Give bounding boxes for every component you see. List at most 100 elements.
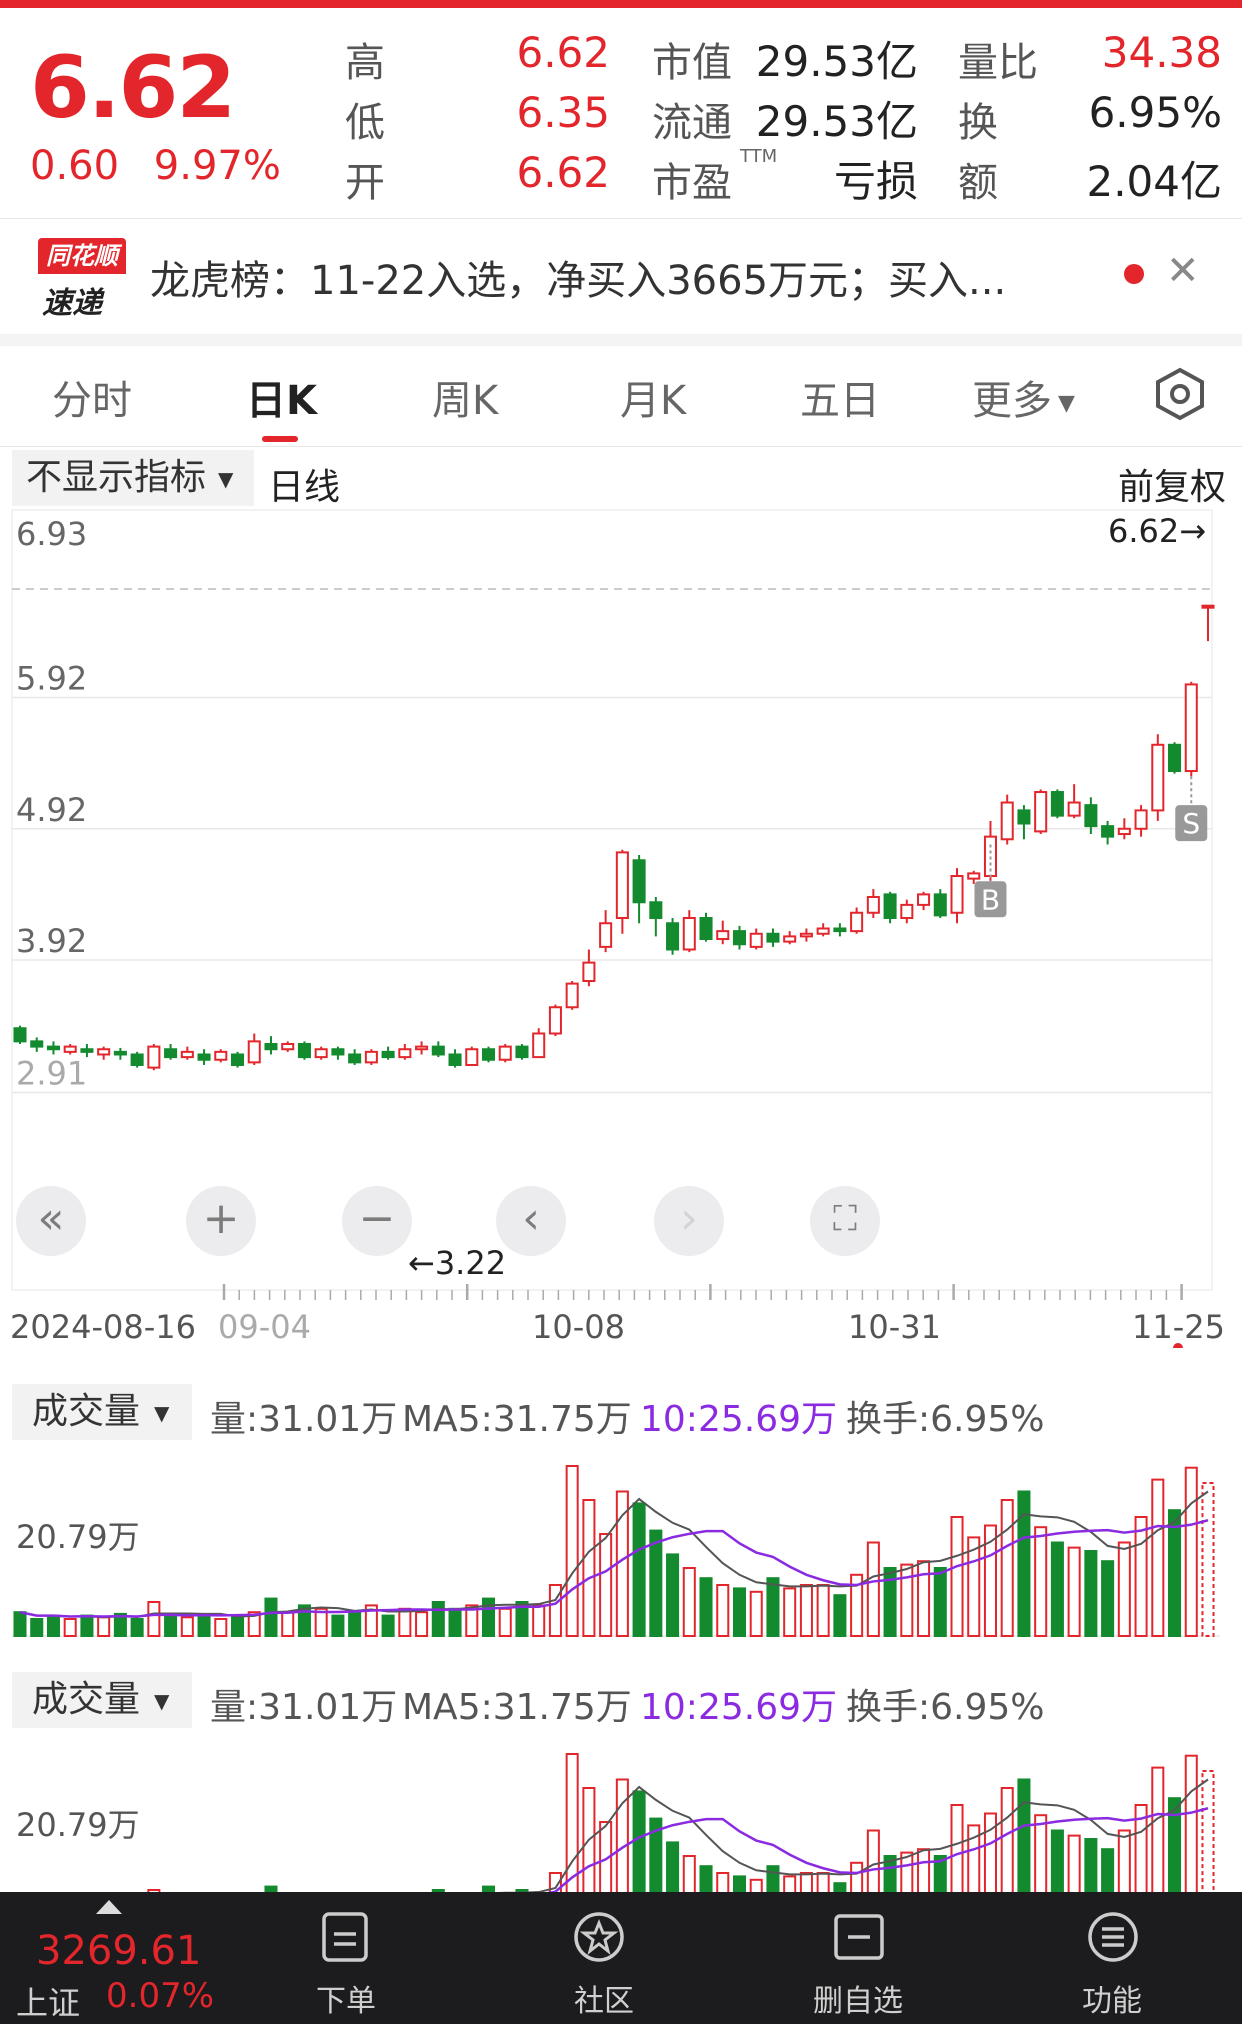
candle-body — [314, 1048, 328, 1059]
candle-body — [850, 911, 864, 933]
menu-label[interactable]: 功能 — [1052, 1976, 1172, 2020]
indicator-select[interactable]: 不显示指标 ▼ — [12, 450, 254, 506]
tab-more[interactable]: 更多 ▼ — [972, 368, 1075, 426]
order-icon[interactable] — [318, 1910, 372, 1964]
volume-bar — [281, 1611, 295, 1637]
low-price-marker: ←3.22 — [408, 1244, 506, 1282]
market-cap-label: 市值 — [652, 40, 732, 86]
section-gap — [0, 334, 1242, 346]
volume-bar — [1050, 1541, 1064, 1637]
zoom-out-icon[interactable]: − — [342, 1186, 412, 1256]
menu-icon[interactable] — [1086, 1910, 1140, 1964]
price-tick-label: 4.92 — [16, 791, 87, 829]
candle-body — [247, 1040, 261, 1064]
sell-marker-label: S — [1182, 807, 1200, 840]
tab-five-day[interactable]: 五日 — [800, 368, 880, 426]
candle-body — [749, 932, 763, 948]
volume-chart-1[interactable] — [0, 1440, 1242, 1640]
volume-bar — [1101, 1560, 1115, 1637]
index-name: 上证 — [16, 1984, 81, 2022]
volume-bar — [1000, 1499, 1014, 1637]
open-label: 开 — [345, 160, 385, 206]
volume-bar — [1168, 1509, 1182, 1637]
candle-body — [348, 1053, 362, 1064]
candle-body — [732, 930, 747, 946]
candle-body — [30, 1040, 44, 1048]
zoom-in-icon[interactable]: + — [186, 1186, 256, 1256]
candle-body — [1017, 809, 1031, 825]
candle-body — [281, 1042, 295, 1051]
price-change: 0.60 9.97% — [30, 143, 281, 189]
index-value[interactable]: 3269.61 — [36, 1928, 201, 1974]
volume-bar — [1117, 1541, 1131, 1637]
volume-bar — [732, 1587, 747, 1637]
volume-bar — [147, 1601, 161, 1637]
next-icon[interactable]: › — [654, 1186, 724, 1256]
volume-bar — [1017, 1490, 1031, 1637]
top-accent-bar — [0, 0, 1242, 8]
remove-watchlist-label[interactable]: 删自选 — [798, 1976, 918, 2020]
candle-body — [197, 1053, 211, 1061]
fullscreen-icon[interactable]: ⛶ — [810, 1186, 880, 1256]
candle-body — [147, 1045, 161, 1069]
candle-body — [900, 903, 914, 920]
volume-select[interactable]: 成交量 ▼ — [12, 1384, 192, 1440]
community-label[interactable]: 社区 — [544, 1976, 664, 2020]
candle-body — [97, 1048, 111, 1056]
volume-bar — [599, 1533, 613, 1637]
ma10-value: 10:25.69万 — [640, 1687, 837, 1728]
volume-bar — [398, 1607, 412, 1638]
close-icon[interactable]: ✕ — [1166, 248, 1200, 294]
ma10-value: 10:25.69万 — [640, 1399, 837, 1440]
date-label: 10-31 — [848, 1308, 941, 1346]
candle-body — [1151, 743, 1165, 812]
volume-bar — [214, 1618, 228, 1637]
candle-body — [364, 1050, 378, 1064]
news-text[interactable]: 龙虎榜：11-22入选，净买入3665万元；买入... — [150, 248, 1006, 306]
volume-bar — [80, 1614, 94, 1638]
volume-bar — [1201, 1482, 1215, 1637]
active-tab-indicator — [262, 436, 298, 442]
volume-bar — [164, 1614, 178, 1638]
volume-axis-label: 20.79万 — [16, 1518, 140, 1556]
order-label[interactable]: 下单 — [286, 1976, 406, 2020]
unread-dot-icon — [1124, 264, 1144, 284]
tab-intraday[interactable]: 分时 — [52, 368, 132, 426]
candle-body — [883, 893, 897, 920]
candle-body — [13, 1027, 27, 1043]
candle-body — [214, 1050, 228, 1061]
volume-bar — [197, 1614, 211, 1638]
settings-hexagon-icon[interactable] — [1152, 366, 1208, 422]
volume-select[interactable]: 成交量 ▼ — [12, 1672, 192, 1728]
tab-daily-k[interactable]: 日K — [246, 368, 317, 426]
volume-bar — [415, 1611, 429, 1637]
news-ticker[interactable]: 同花顺 速递 龙虎榜：11-22入选，净买入3665万元；买入... — [0, 222, 1242, 334]
quote-header: 6.62 0.60 9.97% 高 低 开 6.62 6.35 6.62 市值 … — [0, 8, 1242, 218]
date-label: 09-04 — [218, 1308, 311, 1346]
volume-bar — [381, 1614, 395, 1638]
pe-value: 亏损 — [833, 157, 918, 206]
amount-value: 2.04亿 — [1086, 157, 1222, 206]
candle-body — [381, 1050, 395, 1059]
expand-up-icon[interactable] — [96, 1900, 122, 1914]
low-label: 低 — [345, 100, 385, 146]
candle-body — [783, 935, 797, 943]
candle-body — [632, 859, 646, 904]
volume-bar — [1151, 1478, 1165, 1637]
rewind-icon[interactable]: « — [16, 1186, 86, 1256]
prev-icon[interactable]: ‹ — [496, 1186, 566, 1256]
chart-frame — [11, 509, 1213, 1291]
adjust-mode[interactable]: 前复权 — [1118, 458, 1226, 510]
volume-bar — [632, 1502, 646, 1638]
market-cap-value: 29.53亿 — [755, 37, 918, 86]
bottom-toolbar: 3269.61 上证 0.07% 下单 社区 删自选 功能 — [0, 1892, 1242, 2024]
volume-bar — [900, 1563, 914, 1637]
community-icon[interactable] — [572, 1910, 626, 1964]
candle-body — [1117, 827, 1131, 836]
tab-weekly-k[interactable]: 周K — [432, 368, 498, 426]
volume-axis-label: 20.79万 — [16, 1806, 140, 1844]
chart-subbar: 不显示指标 ▼ 日线 前复权 — [0, 450, 1242, 510]
candle-body — [331, 1048, 345, 1056]
tab-monthly-k[interactable]: 月K — [620, 368, 686, 426]
remove-watchlist-icon[interactable] — [832, 1910, 886, 1964]
